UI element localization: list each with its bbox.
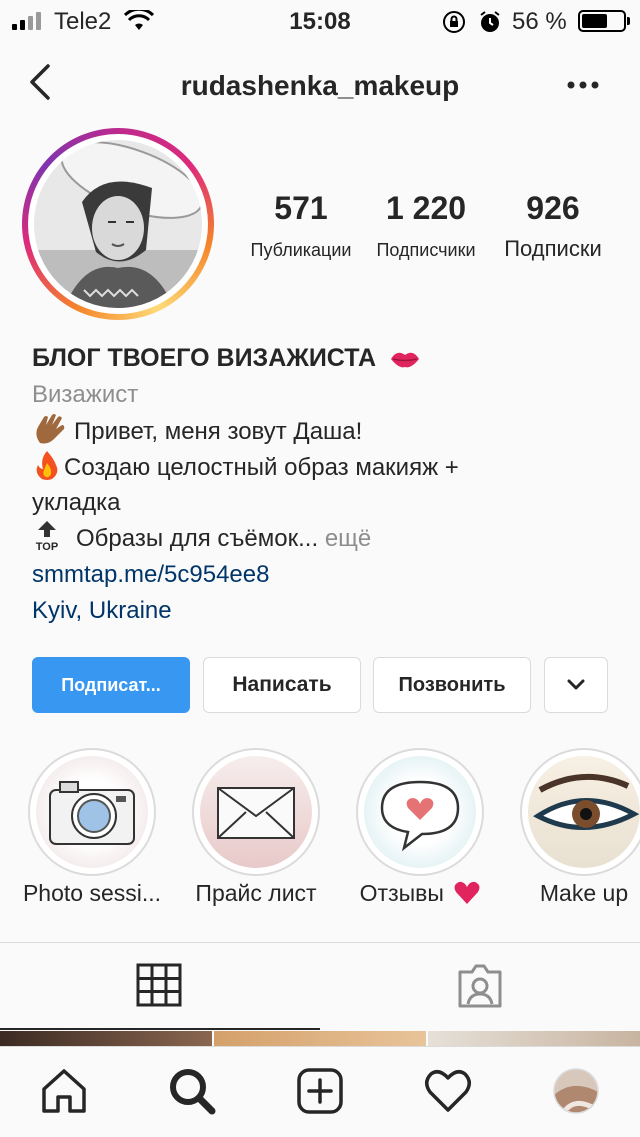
call-button-label: Позвонить — [398, 673, 506, 696]
highlight-photo-sessions-label: Photo sessi... — [22, 880, 162, 906]
profile-avatar[interactable] — [22, 128, 214, 320]
battery-fill — [582, 14, 607, 28]
highlight-make-up[interactable] — [520, 748, 640, 876]
active-tab-indicator — [0, 1028, 320, 1030]
bio-line-3: укладка — [32, 489, 121, 516]
heart-icon[interactable] — [424, 1069, 472, 1113]
envelope-icon — [217, 787, 295, 839]
bio-line-4: TOP Образы для съёмок... ещё — [32, 521, 371, 557]
battery-percent: 56 % — [512, 8, 567, 35]
highlight-photo-sessions[interactable] — [28, 748, 156, 876]
search-icon[interactable] — [168, 1067, 216, 1115]
home-icon[interactable] — [40, 1067, 88, 1115]
message-button-label: Написать — [232, 673, 332, 696]
post-thumbnail[interactable] — [428, 1031, 640, 1047]
bio-line-4-text: Образы для съёмок... — [76, 525, 319, 552]
follow-button[interactable]: Подписат... — [32, 657, 190, 713]
tabs-top-divider — [0, 942, 640, 943]
red-heart-icon — [454, 881, 480, 904]
highlight-price-list-label: Прайс лист — [195, 880, 317, 906]
suggestions-dropdown-button[interactable] — [544, 657, 608, 713]
rotation-lock-icon — [443, 11, 465, 33]
bio-line-2: Создаю целостный образ макияж + — [32, 449, 459, 486]
message-button[interactable]: Написать — [203, 657, 361, 713]
bio-line-1-text: Привет, меня зовут Даша! — [74, 418, 363, 445]
followers-count[interactable]: 1 220 — [361, 190, 491, 227]
profile-photo — [34, 140, 202, 308]
battery-icon — [578, 10, 630, 32]
more-dots-icon[interactable] — [566, 80, 600, 90]
bio-more-link[interactable]: ещё — [325, 525, 371, 552]
profile-name-text: БЛОГ ТВОЕГО ВИЗАЖИСТА — [32, 344, 376, 372]
tagged-person-icon[interactable] — [456, 962, 504, 1010]
posts-count[interactable]: 571 — [236, 190, 366, 227]
bottom-tab-bar — [0, 1046, 640, 1137]
bio-location-link[interactable]: Kyiv, Ukraine — [32, 593, 172, 629]
kiss-lips-icon — [390, 352, 419, 368]
bio-line-2-text: Создаю целостный образ макияж + — [64, 454, 459, 481]
profile-avatar-icon[interactable] — [552, 1067, 600, 1115]
profile-name: БЛОГ ТВОЕГО ВИЗАЖИСТА — [32, 340, 421, 376]
bio-line-1: Привет, меня зовут Даша! — [32, 413, 362, 450]
add-post-icon[interactable] — [296, 1067, 344, 1115]
top-arrow-icon: TOP — [32, 521, 62, 553]
following-label: Подписки — [504, 236, 602, 261]
highlight-make-up-label: Make up — [539, 880, 629, 906]
speech-heart-icon — [380, 780, 460, 852]
highlight-reviews[interactable] — [356, 748, 484, 876]
posts-label: Публикации — [250, 240, 352, 260]
highlight-reviews-label-text: Отзывы — [359, 880, 444, 906]
waving-hand-icon — [36, 414, 65, 444]
follow-button-label: Подписат... — [61, 674, 161, 695]
chevron-down-icon — [567, 679, 585, 690]
profile-username: rudashenka_makeup — [180, 70, 460, 101]
bio-website-link[interactable]: smmtap.me/5c954ee8 — [32, 557, 269, 593]
followers-label: Подписчики — [376, 240, 476, 260]
top-label: TOP — [35, 541, 59, 553]
call-button[interactable]: Позвонить — [373, 657, 531, 713]
fire-icon — [36, 451, 58, 480]
profile-category: Визажист — [32, 381, 139, 408]
grid-icon[interactable] — [136, 963, 182, 1007]
status-bar: Tele2 15:08 56 % — [0, 0, 640, 40]
post-thumbnail[interactable] — [214, 1031, 426, 1047]
post-thumbnail[interactable] — [0, 1031, 212, 1047]
following-count[interactable]: 926 — [488, 190, 618, 227]
alarm-icon — [480, 11, 500, 32]
eye-icon — [533, 774, 640, 830]
highlight-price-list[interactable] — [192, 748, 320, 876]
camera-icon — [49, 781, 135, 845]
highlight-reviews-label: Отзывы — [335, 880, 505, 907]
